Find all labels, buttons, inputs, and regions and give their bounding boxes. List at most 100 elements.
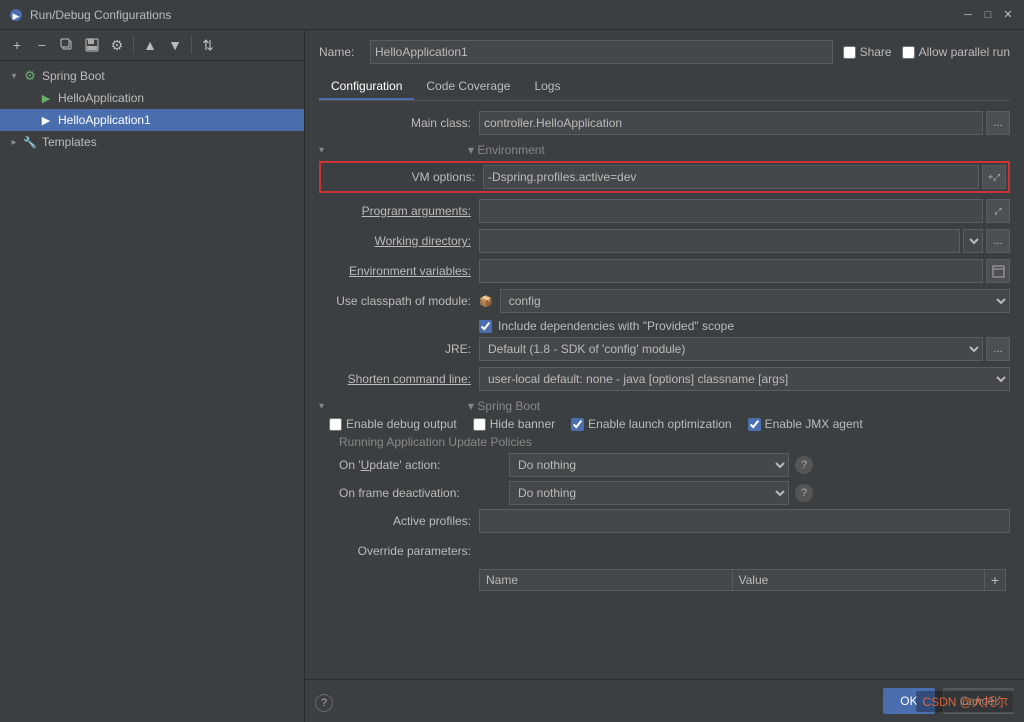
classpath-select[interactable]: config (500, 289, 1010, 313)
jre-field-group: Default (1.8 - SDK of 'config' module) .… (479, 337, 1010, 361)
hide-banner-checkbox[interactable] (473, 418, 486, 431)
name-input[interactable] (370, 40, 833, 64)
tree-item-spring-boot[interactable]: ▾ ⚙ Spring Boot (0, 65, 304, 87)
vm-options-row: VM options: +⤢ (319, 161, 1010, 193)
working-dir-input[interactable] (479, 229, 960, 253)
configuration-content: Main class: ... ▾ ▾ Environment VM optio… (319, 111, 1010, 669)
main-class-field-group: ... (479, 111, 1010, 135)
enable-launch-checkbox[interactable] (571, 418, 584, 431)
enable-debug-checkbox[interactable] (329, 418, 342, 431)
add-config-btn[interactable]: + (6, 34, 28, 56)
allow-parallel-checkbox[interactable] (902, 46, 915, 59)
on-frame-select[interactable]: Do nothing (509, 481, 789, 505)
tree-item-hello-app[interactable]: ▾ ▶ HelloApplication (0, 87, 304, 109)
enable-jmx-text: Enable JMX agent (765, 417, 863, 431)
dialog-title: Run/Debug Configurations (30, 8, 960, 22)
share-checkbox-label[interactable]: Share (843, 45, 892, 59)
jre-row: JRE: Default (1.8 - SDK of 'config' modu… (319, 337, 1010, 361)
help-button[interactable]: ? (315, 694, 333, 712)
share-checkbox[interactable] (843, 46, 856, 59)
hello-app1-run-icon: ▶ (38, 112, 54, 128)
table-value-header: Value (733, 570, 986, 590)
include-deps-row: Include dependencies with "Provided" sco… (479, 319, 1010, 333)
tab-logs[interactable]: Logs (522, 74, 572, 100)
enable-launch-text: Enable launch optimization (588, 417, 731, 431)
spring-boot-section-header[interactable]: ▾ ▾ Spring Boot (319, 399, 1010, 413)
params-table: Name Value + (479, 569, 1006, 591)
enable-debug-label[interactable]: Enable debug output (329, 417, 457, 431)
move-up-btn[interactable]: ▲ (139, 34, 161, 56)
table-add-btn[interactable]: + (985, 570, 1005, 590)
jre-select[interactable]: Default (1.8 - SDK of 'config' module) (479, 337, 983, 361)
program-args-expand-btn[interactable]: ⤢ (986, 199, 1010, 223)
on-frame-help-icon[interactable]: ? (795, 484, 813, 502)
working-dir-browse-btn[interactable]: ... (986, 229, 1010, 253)
on-update-select[interactable]: Do nothing (509, 453, 789, 477)
env-vars-edit-btn[interactable] (986, 259, 1010, 283)
program-args-field-group: ⤢ (479, 199, 1010, 223)
env-expand-icon: ▾ (319, 145, 324, 156)
hello-app1-label: HelloApplication1 (58, 113, 151, 127)
svg-text:▶: ▶ (13, 11, 20, 21)
settings-config-btn[interactable]: ⚙ (106, 34, 128, 56)
maximize-btn[interactable]: □ (980, 7, 996, 23)
config-toolbar: + − ⚙ ▲ ▼ ⇅ (0, 30, 304, 61)
enable-jmx-label[interactable]: Enable JMX agent (748, 417, 863, 431)
move-down-btn[interactable]: ▼ (164, 34, 186, 56)
window-controls: ─ □ ✕ (960, 7, 1016, 23)
header-controls: Share Allow parallel run (843, 45, 1010, 59)
sort-btn[interactable]: ⇅ (197, 34, 219, 56)
hide-banner-label[interactable]: Hide banner (473, 417, 555, 431)
classpath-label: Use classpath of module: (319, 294, 479, 308)
on-update-row: On 'Update' action: Do nothing ? (339, 453, 1010, 477)
env-vars-field-group (479, 259, 1010, 283)
program-args-input[interactable] (479, 199, 983, 223)
title-bar: ▶ Run/Debug Configurations ─ □ ✕ (0, 0, 1024, 30)
vm-options-expand-btn[interactable]: +⤢ (982, 165, 1006, 189)
minimize-btn[interactable]: ─ (960, 7, 976, 23)
on-update-label: On 'Update' action: (339, 458, 509, 472)
jre-browse-btn[interactable]: ... (986, 337, 1010, 361)
tab-configuration[interactable]: Configuration (319, 74, 414, 100)
right-container: Name: Share Allow parallel run Configura… (305, 30, 1024, 722)
spring-boot-options-row: Enable debug output Hide banner Enable l… (319, 417, 1010, 431)
on-update-help-icon[interactable]: ? (795, 456, 813, 474)
vm-options-input[interactable] (483, 165, 979, 189)
module-icon: 📦 (479, 295, 493, 308)
program-args-label: Program arguments: (319, 204, 479, 218)
table-header: Name Value + (479, 569, 1006, 591)
app-icon: ▶ (8, 7, 24, 23)
tab-code-coverage[interactable]: Code Coverage (414, 74, 522, 100)
shorten-cmd-label: Shorten command line: (319, 372, 479, 386)
override-params-label: Override parameters: (319, 544, 479, 558)
active-profiles-input[interactable] (479, 509, 1010, 533)
main-class-row: Main class: ... (319, 111, 1010, 135)
tree-item-templates[interactable]: ▸ 🔧 Templates (0, 131, 304, 153)
main-class-input[interactable] (479, 111, 983, 135)
environment-section-header[interactable]: ▾ ▾ Environment (319, 143, 1010, 157)
table-name-header: Name (480, 570, 733, 590)
include-deps-checkbox[interactable] (479, 320, 492, 333)
watermark: CSDN @大托尔 (916, 691, 1014, 712)
override-params-row: Override parameters: (319, 539, 1010, 563)
save-config-btn[interactable] (81, 34, 103, 56)
tree-item-hello-app1[interactable]: ▾ ▶ HelloApplication1 (0, 109, 304, 131)
shorten-cmd-row: Shorten command line: user-local default… (319, 367, 1010, 391)
on-frame-row: On frame deactivation: Do nothing ? (339, 481, 1010, 505)
working-dir-field-group: ... (479, 229, 1010, 253)
working-dir-dropdown[interactable] (963, 229, 983, 253)
enable-launch-label[interactable]: Enable launch optimization (571, 417, 731, 431)
remove-config-btn[interactable]: − (31, 34, 53, 56)
copy-config-btn[interactable] (56, 34, 78, 56)
env-vars-row: Environment variables: (319, 259, 1010, 283)
include-deps-label: Include dependencies with "Provided" sco… (498, 319, 734, 333)
close-btn[interactable]: ✕ (1000, 7, 1016, 23)
allow-parallel-label[interactable]: Allow parallel run (902, 45, 1010, 59)
env-vars-input[interactable] (479, 259, 983, 283)
classpath-row: Use classpath of module: 📦 config (319, 289, 1010, 313)
shorten-cmd-select[interactable]: user-local default: none - java [options… (479, 367, 1010, 391)
policies-section: Running Application Update Policies On '… (329, 435, 1010, 505)
environment-label: ▾ Environment (468, 143, 545, 157)
main-class-browse-btn[interactable]: ... (986, 111, 1010, 135)
enable-jmx-checkbox[interactable] (748, 418, 761, 431)
